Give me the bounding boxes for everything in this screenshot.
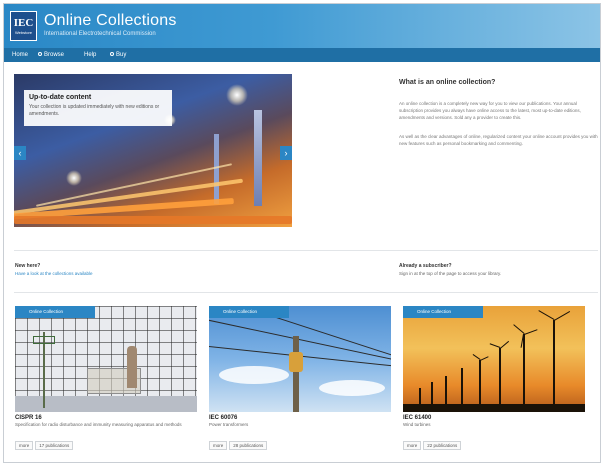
search-icon [38, 52, 42, 57]
subscriber-block: Already a subscriber? Sign in at the top… [399, 262, 599, 277]
hero-slider[interactable]: Up-to-date content Your collection is up… [14, 74, 292, 227]
card-title[interactable]: IEC 60076 [209, 414, 391, 422]
nav-help[interactable]: Help [84, 48, 96, 62]
turbine-blade [554, 311, 571, 321]
collections-link[interactable]: Have a look at the collections available [15, 270, 215, 277]
hero-caption-text: Your collection is updated immediately w… [29, 104, 160, 117]
nav-home-label: Home [12, 52, 29, 58]
antenna [33, 336, 55, 344]
card-title[interactable]: CISPR 16 [15, 414, 197, 422]
publications-button[interactable]: 22 publications [423, 441, 462, 450]
nav-buy-label: Buy [116, 52, 127, 58]
line-worker [289, 352, 303, 372]
collection-card[interactable]: Online Collection IEC 60076 Power transf… [209, 306, 391, 462]
street-light [66, 170, 82, 186]
more-button[interactable]: more [403, 441, 422, 450]
card-badge: Online Collection [403, 306, 483, 318]
divider [14, 250, 598, 251]
turbine-blade [524, 329, 538, 335]
turbine-blade [472, 354, 481, 360]
turbine-blade [500, 340, 510, 349]
more-button[interactable]: more [209, 441, 228, 450]
main-nav: Home Browse Help Buy [4, 48, 600, 62]
nav-buy[interactable]: Buy [110, 48, 126, 62]
hero-caption: Up-to-date content Your collection is up… [24, 90, 172, 126]
wind-turbine [499, 348, 501, 412]
collection-card[interactable]: Online Collection CISPR 16 Specification… [15, 306, 197, 462]
iec-logo[interactable]: IEC Webstore [10, 11, 37, 41]
card-image[interactable]: Online Collection [15, 306, 197, 412]
new-here-heading: New here? [15, 263, 41, 269]
publications-button[interactable]: 28 publications [229, 441, 268, 450]
browser-viewport: IEC Webstore Online Collections Internat… [3, 3, 601, 463]
divider [14, 292, 598, 293]
more-button[interactable]: more [15, 441, 34, 450]
card-description: Specification for radio disturbance and … [15, 422, 182, 427]
card-title[interactable]: IEC 61400 [403, 414, 585, 422]
nav-browse[interactable]: Browse [38, 48, 64, 62]
collection-card[interactable]: Online Collection IEC 61400 Wind turbine… [403, 306, 585, 462]
card-badge: Online Collection [15, 306, 95, 318]
card-actions: more 22 publications [403, 434, 585, 450]
card-actions: more 17 publications [15, 434, 197, 450]
turbine-blade [489, 343, 501, 348]
subscriber-heading: Already a subscriber? [399, 263, 452, 269]
intro-paragraph: As well as the clear advantages of onlin… [399, 134, 598, 146]
cart-icon [110, 52, 114, 57]
intro-heading: What is an online collection? [399, 79, 496, 86]
intro-paragraph: An online collection is a completely new… [399, 101, 581, 120]
new-here-block: New here? Have a look at the collections… [15, 262, 215, 277]
card-badge: Online Collection [209, 306, 289, 318]
turbine-blade [480, 356, 489, 361]
wind-turbine [523, 334, 525, 412]
card-actions: more 28 publications [209, 434, 391, 450]
hero-caption-title: Up-to-date content [29, 94, 92, 101]
turbine-blade [553, 320, 554, 338]
turbine-blade [538, 310, 555, 320]
nav-home[interactable]: Home [12, 48, 28, 62]
intro-panel: What is an online collection? An online … [399, 78, 599, 147]
site-subtitle: International Electrotechnical Commissio… [44, 31, 156, 37]
logo-text: IEC [13, 17, 34, 29]
site-header: IEC Webstore Online Collections Internat… [4, 4, 600, 48]
publications-button[interactable]: 17 publications [35, 441, 74, 450]
card-description: Power transformers [209, 422, 249, 427]
cloud [219, 366, 289, 384]
slider-next-button[interactable]: › [280, 146, 292, 160]
site-title: Online Collections [44, 12, 177, 29]
light-trail [14, 216, 292, 224]
horizon [403, 404, 585, 412]
card-image[interactable]: Online Collection [403, 306, 585, 412]
subscriber-text: Sign in at the top of the page to access… [399, 271, 502, 276]
utility-pole [293, 336, 299, 412]
building [214, 134, 219, 204]
person [127, 346, 137, 388]
logo-subtext: Webstore [14, 30, 33, 35]
cloud [319, 380, 385, 396]
nav-help-label: Help [84, 52, 97, 58]
card-image[interactable]: Online Collection [209, 306, 391, 412]
building [254, 110, 262, 206]
slider-prev-button[interactable]: ‹ [14, 146, 26, 160]
street-light [226, 84, 248, 106]
nav-browse-label: Browse [44, 52, 65, 58]
card-description: Wind turbines [403, 422, 431, 427]
turbine-blade [513, 324, 525, 334]
